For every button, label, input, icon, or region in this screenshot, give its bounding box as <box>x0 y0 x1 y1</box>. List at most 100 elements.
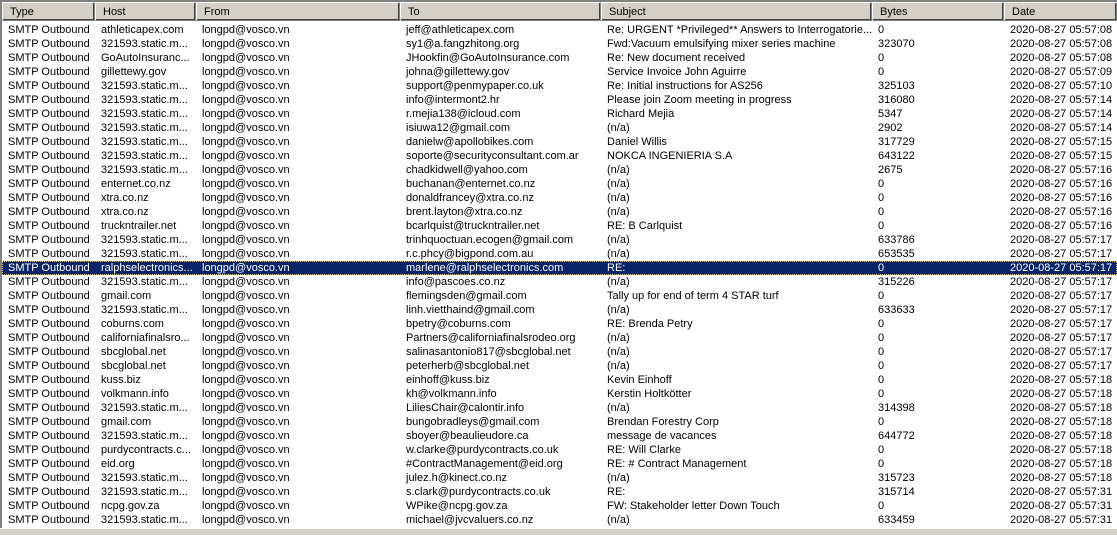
table-row[interactable]: SMTP Outbound 321593.static.m... longpd@vo… <box>2 79 1117 93</box>
table-row[interactable]: SMTP Outbound eid.org longpd@vosco.vn #Cont… <box>2 457 1117 471</box>
rows-container: SMTP Outbound athleticapex.com longpd@vosc… <box>2 21 1117 527</box>
cell-host: xtra.co.nz <box>101 206 149 218</box>
table-row[interactable]: SMTP Outbound 321593.static.m... longpd@vo… <box>2 93 1117 107</box>
table-row[interactable]: SMTP Outbound ralphselectronics... longpd@… <box>2 261 1117 275</box>
cell-bytes: 5347 <box>878 108 903 120</box>
table-row[interactable]: SMTP Outbound athleticapex.com longpd@vosc… <box>2 23 1117 37</box>
cell-bytes: 316080 <box>878 94 915 106</box>
table-row[interactable]: SMTP Outbound 321593.static.m... longpd@vo… <box>2 107 1117 121</box>
table-row[interactable]: SMTP Outbound xtra.co.nz longpd@vosco.vn br… <box>2 205 1117 219</box>
column-header-to[interactable]: To <box>400 2 601 21</box>
cell-date: 2020-08-27 05:57:17 <box>1010 290 1113 302</box>
cell-from: longpd@vosco.vn <box>202 164 290 176</box>
cell-host: ralphselectronics... <box>101 262 193 274</box>
table-row[interactable]: SMTP Outbound gmail.com longpd@vosco.vn bun… <box>2 415 1117 429</box>
table-row[interactable]: SMTP Outbound 321593.static.m... longpd@vo… <box>2 163 1117 177</box>
table-row[interactable]: SMTP Outbound 321593.static.m... longpd@vo… <box>2 513 1117 527</box>
cell-date: 2020-08-27 05:57:16 <box>1010 206 1113 218</box>
cell-date: 2020-08-27 05:57:10 <box>1010 80 1113 92</box>
cell-host: purdycontracts.c... <box>101 444 191 456</box>
cell-from: longpd@vosco.vn <box>202 248 290 260</box>
cell-date: 2020-08-27 05:57:18 <box>1010 374 1113 386</box>
cell-from: longpd@vosco.vn <box>202 444 290 456</box>
column-header-date[interactable]: Date <box>1004 2 1117 21</box>
cell-type: SMTP Outbound <box>8 486 90 498</box>
cell-to: jeff@athleticapex.com <box>406 24 515 36</box>
cell-to: chadkidwell@yahoo.com <box>406 164 528 176</box>
table-row[interactable]: SMTP Outbound 321593.static.m... longpd@vo… <box>2 485 1117 499</box>
table-row[interactable]: SMTP Outbound 321593.static.m... longpd@vo… <box>2 429 1117 443</box>
table-row[interactable]: SMTP Outbound 321593.static.m... longpd@vo… <box>2 233 1117 247</box>
cell-host: 321593.static.m... <box>101 486 188 498</box>
cell-subject: (n/a) <box>607 248 630 260</box>
cell-host: 321593.static.m... <box>101 514 188 526</box>
cell-host: 321593.static.m... <box>101 122 188 134</box>
table-row[interactable]: SMTP Outbound 321593.static.m... longpd@vo… <box>2 275 1117 289</box>
cell-host: 321593.static.m... <box>101 430 188 442</box>
cell-to: info@pascoes.co.nz <box>406 276 506 288</box>
message-list-view[interactable]: Type Host From To Subject Bytes Date SMT… <box>0 0 1117 528</box>
cell-bytes: 315714 <box>878 486 915 498</box>
table-row[interactable]: SMTP Outbound 321593.static.m... longpd@vo… <box>2 247 1117 261</box>
table-row[interactable]: SMTP Outbound gmail.com longpd@vosco.vn fle… <box>2 289 1117 303</box>
cell-bytes: 314398 <box>878 402 915 414</box>
cell-type: SMTP Outbound <box>8 108 90 120</box>
cell-date: 2020-08-27 05:57:17 <box>1010 262 1113 274</box>
cell-date: 2020-08-27 05:57:17 <box>1010 360 1113 372</box>
table-row[interactable]: SMTP Outbound sbcglobal.net longpd@vosco.v… <box>2 359 1117 373</box>
cell-host: 321593.static.m... <box>101 248 188 260</box>
table-row[interactable]: SMTP Outbound truckntrailer.net longpd@vos… <box>2 219 1117 233</box>
table-row[interactable]: SMTP Outbound 321593.static.m... longpd@vo… <box>2 149 1117 163</box>
cell-host: coburns.com <box>101 318 164 330</box>
table-row[interactable]: SMTP Outbound GoAutoInsuranc... longpd@vos… <box>2 51 1117 65</box>
cell-subject: Re: Initial instructions for AS256 <box>607 80 763 92</box>
table-row[interactable]: SMTP Outbound 321593.static.m... longpd@vo… <box>2 401 1117 415</box>
cell-date: 2020-08-27 05:57:18 <box>1010 388 1113 400</box>
cell-host: 321593.static.m... <box>101 472 188 484</box>
table-row[interactable]: SMTP Outbound purdycontracts.c... longpd@v… <box>2 443 1117 457</box>
cell-to: danielw@apollobikes.com <box>406 136 534 148</box>
cell-subject: Service Invoice John Aguirre <box>607 66 747 78</box>
column-header-from[interactable]: From <box>196 2 400 21</box>
cell-to: bpetry@coburns.com <box>406 318 511 330</box>
cell-from: longpd@vosco.vn <box>202 430 290 442</box>
cell-date: 2020-08-27 05:57:14 <box>1010 108 1113 120</box>
cell-subject: (n/a) <box>607 402 630 414</box>
cell-to: info@intermont2.hr <box>406 94 500 106</box>
cell-subject: RE: Will Clarke <box>607 444 681 456</box>
cell-from: longpd@vosco.vn <box>202 276 290 288</box>
table-row[interactable]: SMTP Outbound enternet.co.nz longpd@vosco.… <box>2 177 1117 191</box>
table-row[interactable]: SMTP Outbound 321593.static.m... longpd@vo… <box>2 303 1117 317</box>
table-row[interactable]: SMTP Outbound volkmann.info longpd@vosco.v… <box>2 387 1117 401</box>
cell-date: 2020-08-27 05:57:17 <box>1010 318 1113 330</box>
table-row[interactable]: SMTP Outbound gillettewy.gov longpd@vosco.… <box>2 65 1117 79</box>
cell-type: SMTP Outbound <box>8 248 90 260</box>
table-row[interactable]: SMTP Outbound 321593.static.m... longpd@vo… <box>2 121 1117 135</box>
table-row[interactable]: SMTP Outbound sbcglobal.net longpd@vosco.v… <box>2 345 1117 359</box>
table-row[interactable]: SMTP Outbound coburns.com longpd@vosco.vn b… <box>2 317 1117 331</box>
cell-host: 321593.static.m... <box>101 38 188 50</box>
cell-host: 321593.static.m... <box>101 402 188 414</box>
table-row[interactable]: SMTP Outbound californiafinalsro... longpd… <box>2 331 1117 345</box>
cell-bytes: 653535 <box>878 248 915 260</box>
cell-date: 2020-08-27 05:57:18 <box>1010 472 1113 484</box>
cell-type: SMTP Outbound <box>8 332 90 344</box>
table-row[interactable]: SMTP Outbound xtra.co.nz longpd@vosco.vn do… <box>2 191 1117 205</box>
cell-date: 2020-08-27 05:57:09 <box>1010 66 1113 78</box>
table-row[interactable]: SMTP Outbound 321593.static.m... longpd@vo… <box>2 135 1117 149</box>
column-header-bytes[interactable]: Bytes <box>872 2 1004 21</box>
table-row[interactable]: SMTP Outbound 321593.static.m... longpd@vo… <box>2 37 1117 51</box>
cell-type: SMTP Outbound <box>8 276 90 288</box>
cell-date: 2020-08-27 05:57:15 <box>1010 136 1113 148</box>
cell-type: SMTP Outbound <box>8 206 90 218</box>
column-header-host[interactable]: Host <box>95 2 196 21</box>
cell-from: longpd@vosco.vn <box>202 66 290 78</box>
table-row[interactable]: SMTP Outbound ncpg.gov.za longpd@vosco.vn W… <box>2 499 1117 513</box>
table-row[interactable]: SMTP Outbound kuss.biz longpd@vosco.vn einh… <box>2 373 1117 387</box>
cell-to: kh@volkmann.info <box>406 388 497 400</box>
table-row[interactable]: SMTP Outbound 321593.static.m... longpd@vo… <box>2 471 1117 485</box>
cell-from: longpd@vosco.vn <box>202 458 290 470</box>
column-header-type[interactable]: Type <box>2 2 95 21</box>
column-header-subject[interactable]: Subject <box>601 2 872 21</box>
cell-type: SMTP Outbound <box>8 38 90 50</box>
